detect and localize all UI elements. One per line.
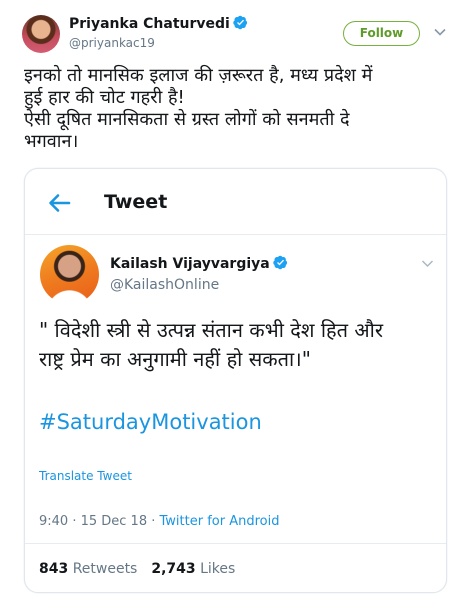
embedded-tweet-screenshot[interactable]: Tweet Kailash Vijayvargiya @KailashOnlin…: [24, 168, 447, 593]
embedded-author-name: Kailash Vijayvargiya: [110, 255, 288, 272]
tweet-text-line: ऐसी दूषित मानसिकता से ग्रस्त लोगों को सन…: [24, 109, 350, 130]
author-name-text[interactable]: Priyanka Chaturvedi: [69, 16, 230, 32]
hashtag-link: #SaturdayMotivation: [39, 410, 262, 434]
like-label: Likes: [200, 561, 236, 577]
follow-button[interactable]: Follow: [343, 21, 420, 46]
divider: [25, 543, 446, 544]
embedded-text-line: " विदेशी स्त्री से उत्पन्न संतान कभी देश…: [39, 318, 384, 342]
chevron-down-icon: [421, 260, 434, 268]
verified-badge-icon: [273, 255, 287, 270]
screenshot-title: Tweet: [104, 191, 168, 213]
retweet-label: Retweets: [72, 561, 138, 577]
like-count: 2,743: [151, 561, 196, 577]
tweet-metadata: 9:40 · 15 Dec 18 · Twitter for Android: [39, 514, 279, 529]
author-handle[interactable]: @priyankac19: [69, 36, 155, 50]
chevron-down-icon[interactable]: [433, 27, 447, 37]
translate-tweet-link: Translate Tweet: [39, 469, 132, 483]
avatar[interactable]: [22, 15, 60, 53]
engagement-stats: 843 Retweets 2,743 Likes: [39, 561, 235, 577]
embedded-avatar: [40, 245, 99, 304]
back-arrow-icon: [49, 194, 71, 212]
client-link: Twitter for Android: [159, 514, 280, 529]
tweet-text-line: हुई हार की चोट गहरी है!: [24, 87, 185, 108]
embedded-text-line: राष्ट्र प्रेम का अनुगामी नहीं हो सकता।": [39, 347, 311, 371]
author-name[interactable]: Priyanka Chaturvedi: [69, 15, 248, 32]
tweet-text-line: इनको तो मानसिक इलाज की ज़रूरत है, मध्य प…: [24, 65, 373, 86]
tweet-text-line: भगवान।: [24, 131, 79, 152]
embedded-author-handle: @KailashOnline: [110, 277, 220, 293]
verified-badge-icon: [233, 15, 247, 30]
embedded-author-name-text: Kailash Vijayvargiya: [110, 256, 270, 272]
tweet-header: Priyanka Chaturvedi @priyankac19 Follow: [0, 0, 469, 60]
tweet-text: इनको तो मानसिक इलाज की ज़रूरत है, मध्य प…: [24, 65, 454, 153]
retweet-count: 843: [39, 561, 69, 577]
embedded-tweet-text: " विदेशी स्त्री से उत्पन्न संतान कभी देश…: [39, 316, 439, 374]
timestamp: 9:40 · 15 Dec 18 ·: [39, 514, 156, 529]
screenshot-topbar: Tweet: [25, 169, 446, 235]
